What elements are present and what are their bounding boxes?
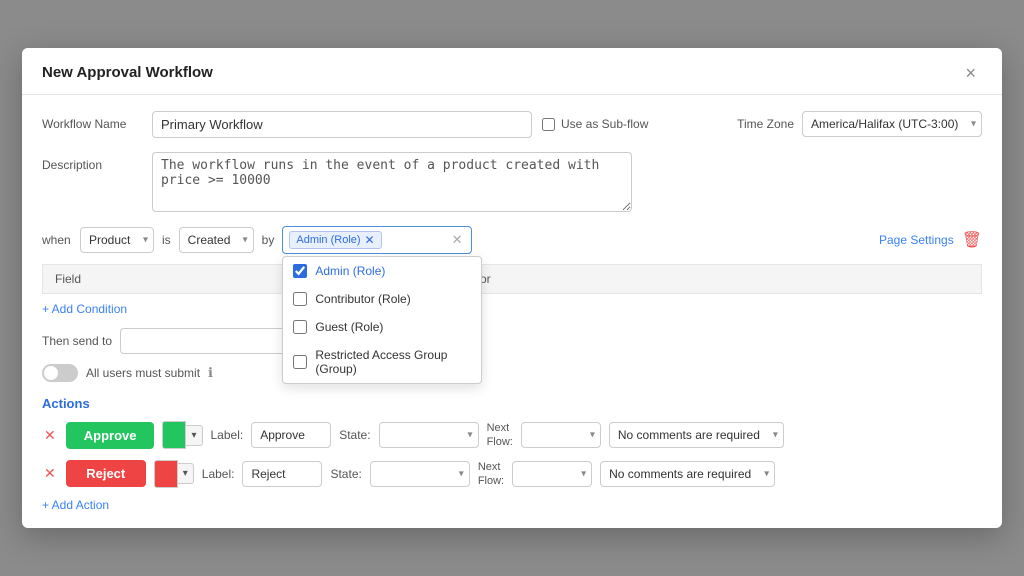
reject-color-swatch[interactable] (154, 460, 178, 488)
workflow-name-wrap: Use as Sub-flow Time Zone America/Halifa… (152, 111, 982, 138)
description-row: Description The workflow runs in the eve… (42, 152, 982, 212)
approve-button[interactable]: Approve (66, 422, 155, 449)
reject-comments-select-wrap: No comments are required (600, 461, 775, 487)
all-users-label: All users must submit (86, 366, 200, 380)
reject-next-flow-select[interactable] (512, 461, 592, 487)
reject-state-select-wrap (370, 461, 470, 487)
approve-remove-icon[interactable]: ✕ (42, 425, 58, 446)
event-select-wrap: Created (179, 227, 254, 253)
modal-close-button[interactable]: × (959, 62, 982, 84)
timezone-select[interactable]: America/Halifax (UTC-3:00) (802, 111, 982, 137)
entity-select[interactable]: Product (80, 227, 154, 253)
add-condition-button[interactable]: + Add Condition (42, 302, 982, 316)
role-selector-container: Admin (Role) ✕ ✕ Admin (Role) (282, 226, 471, 254)
approve-next-flow-select[interactable] (521, 422, 601, 448)
all-users-toggle[interactable] (42, 364, 78, 382)
when-row: when Product is Created by (42, 226, 982, 254)
workflow-name-input[interactable] (152, 111, 532, 138)
conditions-table: Field Operator (42, 264, 982, 294)
dropdown-checkbox-contributor[interactable] (293, 292, 307, 306)
when-label: when (42, 233, 72, 247)
dropdown-checkbox-guest[interactable] (293, 320, 307, 334)
approve-state-prefix: State: (339, 428, 370, 442)
reject-label-input[interactable] (242, 461, 322, 487)
modal-body: Workflow Name Use as Sub-flow Time Zone … (22, 95, 1002, 528)
reject-state-prefix: State: (330, 467, 361, 481)
dropdown-item-admin[interactable]: Admin (Role) (283, 257, 481, 285)
dropdown-checkbox-restricted[interactable] (293, 355, 307, 369)
admin-role-tag-label: Admin (Role) (296, 234, 360, 246)
dropdown-item-guest[interactable]: Guest (Role) (283, 313, 481, 341)
approve-comments-select[interactable]: No comments are required (609, 422, 784, 448)
subflow-checkbox-wrap: Use as Sub-flow (542, 117, 648, 131)
dropdown-item-restricted[interactable]: Restricted Access Group (Group) (283, 341, 481, 383)
dropdown-label-contributor: Contributor (Role) (315, 292, 410, 306)
reject-color-dropdown[interactable]: ▾ (178, 463, 194, 484)
approve-state-select-wrap (379, 422, 479, 448)
subflow-label: Use as Sub-flow (561, 117, 648, 131)
send-to-select[interactable] (120, 328, 300, 354)
reject-comments-select[interactable]: No comments are required (600, 461, 775, 487)
then-send-to-label: Then send to (42, 334, 112, 348)
conditions-table-header-row: Field Operator (43, 264, 982, 293)
dropdown-label-admin: Admin (Role) (315, 264, 385, 278)
approve-comments-select-wrap: No comments are required (609, 422, 784, 448)
approve-label-input[interactable] (251, 422, 331, 448)
admin-role-tag-remove[interactable]: ✕ (365, 234, 375, 246)
row-delete-icon[interactable]: 🗑 (962, 230, 982, 250)
action-row-reject: ✕ Reject ▾ Label: State: NextFlow: (42, 460, 982, 489)
modal-title: New Approval Workflow (42, 64, 213, 81)
modal-header: New Approval Workflow × (22, 48, 1002, 95)
info-icon[interactable]: ℹ (208, 365, 213, 381)
subflow-checkbox[interactable] (542, 118, 555, 131)
timezone-label: Time Zone (737, 117, 794, 131)
approve-color-picker: ▾ (162, 421, 202, 449)
dropdown-label-restricted: Restricted Access Group (Group) (315, 348, 471, 376)
actions-title: Actions (42, 396, 982, 411)
then-row: Then send to for processing. (42, 328, 982, 354)
entity-select-wrap: Product (80, 227, 154, 253)
is-label: is (162, 233, 171, 247)
role-dropdown-menu: Admin (Role) Contributor (Role) Guest (R… (282, 256, 482, 384)
reject-button[interactable]: Reject (66, 460, 146, 487)
action-row-approve: ✕ Approve ▾ Label: State: NextFlow: (42, 421, 982, 450)
reject-next-flow-label: NextFlow: (478, 460, 504, 489)
by-label: by (262, 233, 275, 247)
workflow-name-row: Workflow Name Use as Sub-flow Time Zone … (42, 111, 982, 138)
reject-color-picker: ▾ (154, 460, 194, 488)
role-tag-input[interactable]: Admin (Role) ✕ ✕ (282, 226, 471, 254)
timezone-select-wrap: America/Halifax (UTC-3:00) (802, 111, 982, 137)
description-wrap: The workflow runs in the event of a prod… (152, 152, 982, 212)
operator-column-header: Operator (431, 264, 982, 293)
reject-next-flow-select-wrap (512, 461, 592, 487)
add-action-button[interactable]: + Add Action (42, 498, 982, 512)
admin-role-tag: Admin (Role) ✕ (289, 231, 381, 249)
approve-next-flow-label: NextFlow: (487, 421, 513, 450)
send-to-select-wrap (120, 328, 300, 354)
toggle-row: All users must submit ℹ (42, 364, 982, 382)
approve-color-swatch[interactable] (162, 421, 186, 449)
approve-next-flow-select-wrap (521, 422, 601, 448)
reject-label-prefix: Label: (202, 467, 235, 481)
timezone-group: Time Zone America/Halifax (UTC-3:00) (737, 111, 982, 137)
approve-label-prefix: Label: (211, 428, 244, 442)
workflow-name-label: Workflow Name (42, 111, 152, 131)
page-settings-link[interactable]: Page Settings (879, 233, 954, 247)
reject-state-select[interactable] (370, 461, 470, 487)
dropdown-item-contributor[interactable]: Contributor (Role) (283, 285, 481, 313)
description-label: Description (42, 152, 152, 172)
approve-state-select[interactable] (379, 422, 479, 448)
event-select[interactable]: Created (179, 227, 254, 253)
reject-remove-icon[interactable]: ✕ (42, 463, 58, 484)
description-textarea[interactable]: The workflow runs in the event of a prod… (152, 152, 632, 212)
tag-clear-button[interactable]: ✕ (450, 232, 465, 248)
role-search-input[interactable] (386, 233, 446, 247)
dropdown-checkbox-admin[interactable] (293, 264, 307, 278)
dropdown-label-guest: Guest (Role) (315, 320, 383, 334)
approve-color-dropdown[interactable]: ▾ (186, 425, 202, 446)
